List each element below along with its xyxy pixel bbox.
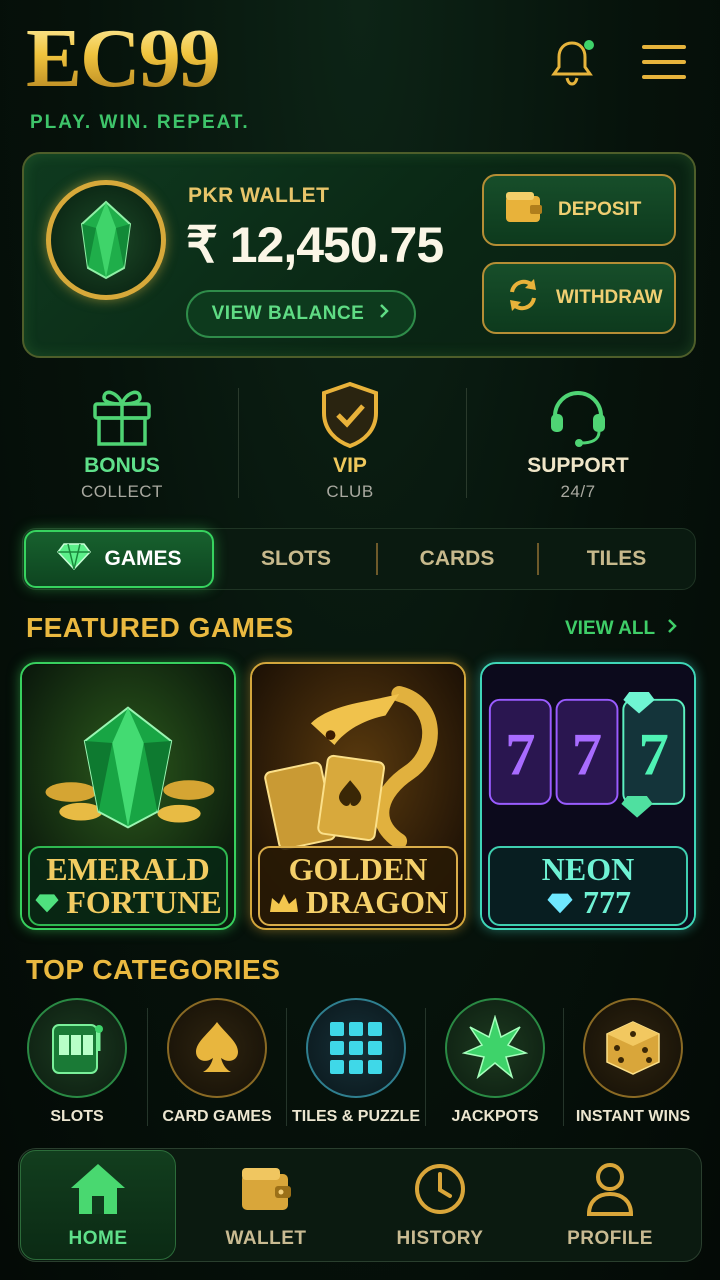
view-all-link[interactable]: VIEW ALL bbox=[565, 618, 677, 640]
nav-label: HOME bbox=[68, 1228, 128, 1249]
bonus-sub: COLLECT bbox=[81, 482, 163, 501]
game-card-emerald-fortune[interactable]: EMERALD FORTUNE bbox=[20, 662, 236, 930]
tiles-grid-icon bbox=[306, 998, 406, 1098]
svg-text:7: 7 bbox=[505, 721, 535, 788]
top-categories-heading: TOP CATEGORIES bbox=[26, 954, 281, 985]
shield-check-icon bbox=[250, 380, 450, 450]
game-title: EMERALD FORTUNE bbox=[28, 846, 228, 926]
category-tiles-puzzle[interactable]: TILES & PUZZLE bbox=[286, 998, 426, 1126]
bell-icon[interactable] bbox=[546, 36, 598, 88]
game-card-golden-dragon[interactable]: GOLDEN DRAGON bbox=[250, 662, 466, 930]
vip-title: VIP bbox=[333, 454, 367, 477]
game-title: NEON 777 bbox=[488, 846, 688, 926]
game-title-line1: NEON bbox=[541, 851, 635, 887]
nav-label: WALLET bbox=[225, 1228, 307, 1249]
nav-label: HISTORY bbox=[396, 1228, 484, 1249]
crown-icon bbox=[269, 893, 298, 912]
game-title: GOLDEN DRAGON bbox=[258, 846, 458, 926]
game-title-line2: DRAGON bbox=[305, 884, 449, 920]
wallet-icon bbox=[188, 1160, 344, 1218]
tab-slots[interactable]: SLOTS bbox=[216, 530, 376, 588]
chevron-right-icon bbox=[667, 618, 677, 640]
tab-games-label: GAMES bbox=[104, 547, 182, 570]
view-balance-label: VIEW BALANCE bbox=[211, 303, 365, 324]
dice-icon bbox=[583, 998, 683, 1098]
support-action[interactable]: SUPPORT 24/7 bbox=[478, 380, 678, 502]
bonus-action[interactable]: BONUS COLLECT bbox=[22, 380, 222, 502]
support-sub: 24/7 bbox=[560, 482, 596, 501]
nav-label: PROFILE bbox=[567, 1228, 653, 1249]
app-logo: EC99 bbox=[26, 12, 221, 105]
withdraw-button[interactable]: WITHDRAW bbox=[482, 262, 676, 334]
tab-games[interactable]: GAMES bbox=[24, 530, 214, 588]
view-all-label: VIEW ALL bbox=[565, 618, 656, 639]
game-title-line2: 777 bbox=[583, 884, 631, 920]
gift-icon bbox=[22, 380, 222, 450]
clock-icon bbox=[362, 1160, 518, 1218]
tab-cards[interactable]: CARDS bbox=[378, 530, 536, 588]
category-jackpots[interactable]: JACKPOTS bbox=[425, 998, 565, 1126]
wallet-icon bbox=[504, 190, 544, 230]
svg-text:7: 7 bbox=[572, 721, 602, 788]
support-title: SUPPORT bbox=[527, 454, 629, 477]
diamond-icon bbox=[35, 893, 59, 912]
chevron-right-icon bbox=[378, 303, 390, 325]
diamond-icon bbox=[56, 542, 92, 576]
wallet-amount: ₹ 12,450.75 bbox=[186, 217, 444, 273]
category-slots[interactable]: SLOTS bbox=[7, 998, 147, 1126]
game-card-neon-777[interactable]: 7 7 7 NEON 777 bbox=[480, 662, 696, 930]
category-card-games[interactable]: CARD GAMES bbox=[147, 998, 287, 1126]
featured-games-heading: FEATURED GAMES bbox=[26, 612, 294, 643]
tagline: PLAY. WIN. REPEAT. bbox=[30, 112, 250, 133]
category-label: CARD GAMES bbox=[162, 1108, 272, 1125]
spade-icon bbox=[167, 998, 267, 1098]
category-label: INSTANT WINS bbox=[575, 1108, 691, 1125]
refresh-icon bbox=[504, 276, 542, 320]
view-balance-button[interactable]: VIEW BALANCE bbox=[186, 290, 416, 338]
bonus-title: BONUS bbox=[84, 454, 160, 477]
deposit-label: DEPOSIT bbox=[558, 199, 642, 220]
svg-text:7: 7 bbox=[639, 721, 669, 788]
vip-sub: CLUB bbox=[326, 482, 374, 501]
game-title-line1: EMERALD bbox=[46, 851, 210, 887]
deposit-button[interactable]: DEPOSIT bbox=[482, 174, 676, 246]
headset-icon bbox=[478, 380, 678, 450]
category-label: SLOTS bbox=[50, 1108, 104, 1125]
profile-icon bbox=[532, 1160, 688, 1218]
emerald-gem-icon bbox=[46, 180, 166, 300]
category-label: TILES & PUZZLE bbox=[292, 1108, 420, 1125]
tab-tiles[interactable]: TILES bbox=[539, 530, 694, 588]
vip-action[interactable]: VIP CLUB bbox=[250, 380, 450, 502]
diamond-icon bbox=[547, 893, 573, 913]
divider bbox=[466, 388, 467, 498]
category-label: JACKPOTS bbox=[451, 1108, 539, 1125]
game-title-line2: FORTUNE bbox=[66, 884, 222, 920]
nav-history[interactable]: HISTORY bbox=[362, 1160, 518, 1250]
nav-wallet[interactable]: WALLET bbox=[188, 1160, 344, 1250]
wallet-label: PKR WALLET bbox=[188, 184, 330, 207]
star-burst-icon bbox=[445, 998, 545, 1098]
category-instant-wins[interactable]: INSTANT WINS bbox=[563, 998, 703, 1126]
game-title-line1: GOLDEN bbox=[288, 851, 428, 887]
hamburger-menu-icon[interactable] bbox=[638, 36, 690, 88]
withdraw-label: WITHDRAW bbox=[556, 287, 663, 308]
slot-machine-icon bbox=[27, 998, 127, 1098]
nav-home[interactable]: HOME bbox=[20, 1160, 176, 1250]
home-icon bbox=[20, 1160, 176, 1218]
nav-profile[interactable]: PROFILE bbox=[532, 1160, 688, 1250]
divider bbox=[238, 388, 239, 498]
